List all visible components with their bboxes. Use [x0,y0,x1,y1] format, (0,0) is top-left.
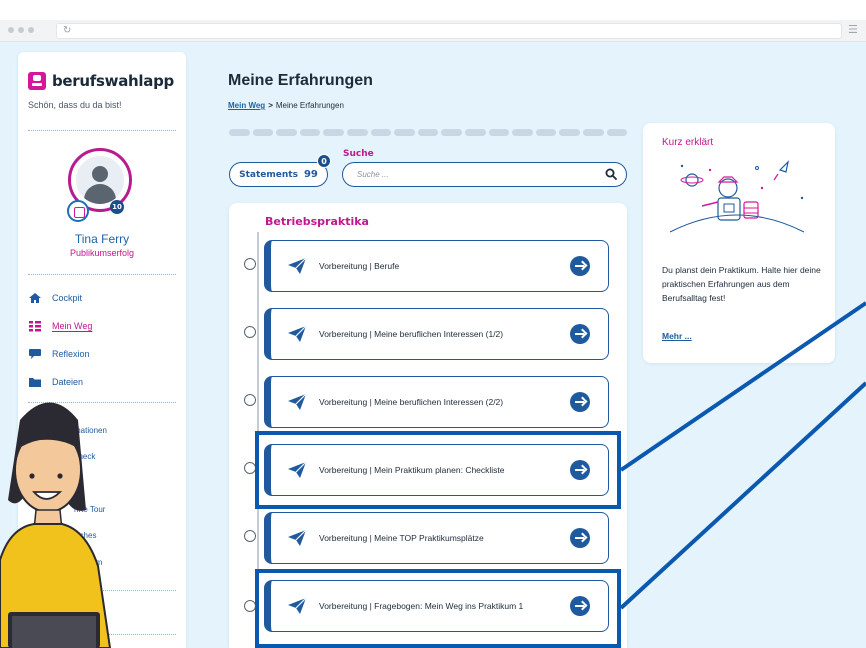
arrow-right-icon[interactable] [570,528,590,548]
path-icon [29,321,41,332]
nav-label: Reflexion [52,349,90,359]
progress-step [488,129,510,136]
search-label: Suche [343,149,374,159]
window-dot[interactable] [8,27,14,33]
info-title: Kurz erklärt [662,137,714,148]
window-controls [8,27,34,33]
progress-step [417,129,439,136]
statements-count-badge: 0 [317,154,331,168]
user-name: Tina Ferry [74,232,130,246]
highlight-frame [255,431,621,509]
level-badge: 10 [110,200,124,214]
paper-plane-icon [288,257,307,274]
nav-label: Dateien [52,377,84,387]
timeline-dot [244,530,256,542]
breadcrumb: Mein Weg > Meine Erfahrungen [228,101,344,110]
arrow-right-icon[interactable] [570,324,590,344]
progress-step [512,129,533,136]
browser-menu-icon[interactable]: ☰ [848,24,858,36]
screen: ↻ ☰ berufswahlapp Schön, dass du da bist… [0,0,866,648]
search-icon[interactable] [605,168,617,180]
progress-step [559,129,580,136]
window-dot[interactable] [28,27,34,33]
arrow-right-icon[interactable] [570,392,590,412]
user-role: Publikumserfolg [69,248,135,258]
tagline: Schön, dass du da bist! [28,100,122,110]
reload-icon[interactable]: ↻ [63,24,71,38]
brand-logo[interactable]: berufswahlapp [28,72,174,90]
progress-step [535,129,557,136]
logo-mark-icon [28,72,46,90]
nav-item-mein-weg[interactable]: Mein Weg [28,318,92,334]
progress-step [394,129,415,136]
statements-label: Statements [239,169,298,180]
experience-card[interactable]: Vorbereitung | Berufe [264,240,609,292]
breadcrumb-link[interactable]: Mein Weg [228,101,265,110]
progress-step [441,129,462,136]
progress-step [276,129,297,136]
nav-item-reflexion[interactable]: Reflexion [28,346,90,362]
highlight-frame [255,569,621,648]
experience-card[interactable]: Vorbereitung | Meine TOP Praktikumsplätz… [264,512,609,564]
paper-plane-icon [288,325,307,342]
experience-card[interactable]: Vorbereitung | Meine beruflichen Interes… [264,308,609,360]
progress-step [464,129,486,136]
progress-steps [229,129,628,136]
progress-step [323,129,344,136]
card-title: Vorbereitung | Meine beruflichen Interes… [319,329,504,339]
progress-step [606,129,628,136]
timeline-dot [244,258,256,270]
paper-plane-icon [288,529,307,546]
home-icon [29,293,41,303]
info-text: Du planst dein Praktikum. Halte hier dei… [662,265,821,303]
girl-character-illustration-icon [0,402,112,648]
edit-profile-icon[interactable] [67,200,89,222]
divider [28,130,176,131]
arrow-right-icon[interactable] [570,256,590,276]
timeline-dot [244,394,256,406]
nav-label: Mein Weg [52,321,93,331]
timeline-dot [244,326,256,338]
astronaut-illustration-icon [669,160,805,233]
progress-step [346,129,368,136]
user-avatar-icon [76,156,124,204]
quote-icon: 99 [303,169,318,180]
progress-step [252,129,274,136]
chat-bubble-icon [29,349,41,359]
address-bar[interactable]: ↻ [56,23,842,39]
paper-plane-icon [288,393,307,410]
nav-item-dateien[interactable]: Dateien [28,374,83,390]
more-link[interactable]: Mehr ... [662,331,692,341]
window-dot[interactable] [18,27,24,33]
progress-step [299,129,321,136]
progress-step [370,129,392,136]
divider [28,274,176,275]
page-title: Meine Erfahrungen [228,72,373,89]
breadcrumb-separator: > [268,101,273,110]
card-title: Vorbereitung | Meine TOP Praktikumsplätz… [319,533,484,543]
breadcrumb-current: Meine Erfahrungen [275,101,344,110]
search-input[interactable] [357,167,587,181]
progress-step [582,129,604,136]
folder-icon [29,378,41,387]
experience-card[interactable]: Vorbereitung | Meine beruflichen Interes… [264,376,609,428]
card-title: Vorbereitung | Berufe [319,261,400,271]
browser-chrome: ↻ ☰ [0,20,866,42]
search-field[interactable] [342,162,627,187]
statements-button[interactable]: Statements 99 [229,162,328,187]
section-title: Betriebspraktika [265,215,369,228]
nav-label: Cockpit [52,293,83,303]
nav-item-cockpit[interactable]: Cockpit [28,290,82,306]
brand-name: berufswahlapp [52,72,174,90]
progress-step [229,129,250,136]
card-title: Vorbereitung | Meine beruflichen Interes… [319,397,504,407]
